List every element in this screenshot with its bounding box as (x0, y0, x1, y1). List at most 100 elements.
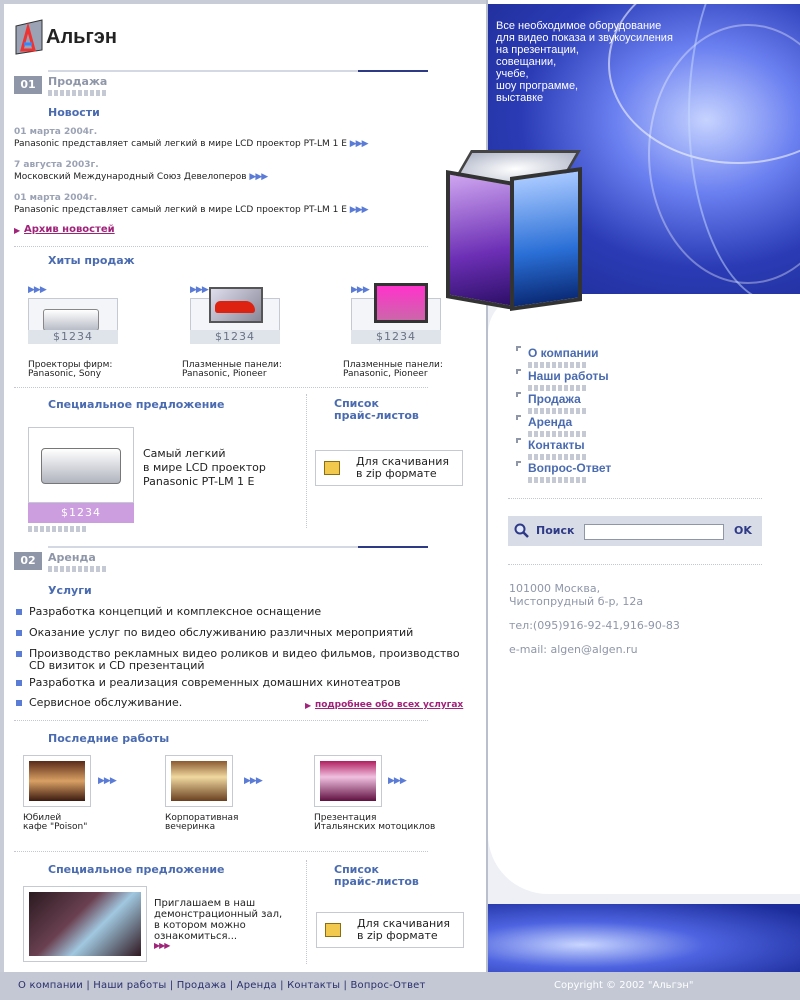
footer: О компании | Наши работы | Продажа | Аре… (0, 972, 800, 1000)
product-price: $1234 (28, 330, 118, 344)
decor-dots (528, 408, 588, 414)
section-number: 01 (14, 76, 42, 94)
decor-art (488, 904, 800, 972)
footer-nav[interactable]: О компании | Наши работы | Продажа | Аре… (18, 980, 426, 991)
all-services-link[interactable]: подробнее обо всех услугах (315, 700, 463, 710)
special-offer-text[interactable]: Самый легкий в мире LCD проектор Panasonic… (143, 447, 266, 489)
hero-text: Все необходимое оборудование для видео п… (496, 20, 716, 104)
product-caption[interactable]: Плазменные панели: Panasonic, Pioneer (182, 361, 282, 379)
divider (306, 394, 307, 528)
hero-line: учебе, (496, 68, 529, 80)
hero-line: совещании, (496, 56, 557, 68)
menu-marker-icon (516, 415, 521, 420)
service-item: Оказание услуг по видео обслуживанию раз… (29, 626, 414, 639)
arrow-icon: ▶▶▶ (351, 285, 370, 295)
pricelist-heading: Список прайс-листов (334, 863, 419, 888)
special-offer-image[interactable] (28, 427, 134, 503)
news-item[interactable]: Московский Международный Союз Девелоперо… (14, 172, 268, 182)
menu-marker-icon (516, 369, 521, 374)
service-item: Производство рекламных видео роликов и в… (29, 647, 460, 672)
menu-item-about[interactable]: О компании (528, 346, 599, 360)
search-bar: Поиск OK (508, 516, 762, 546)
decor-dots (528, 454, 588, 460)
work-thumbnail[interactable] (314, 755, 382, 807)
product-caption[interactable]: Плазменные панели: Panasonic, Pioneer (343, 361, 443, 379)
divider (306, 860, 307, 964)
product-price: $1234 (351, 330, 441, 344)
works-heading: Последние работы (48, 732, 170, 745)
decor-dots (48, 566, 108, 572)
service-item: Разработка и реализация современных дома… (29, 676, 401, 689)
archive-icon (325, 923, 341, 937)
logo-icon[interactable] (14, 18, 44, 56)
product-price: $1234 (190, 330, 280, 344)
news-heading: Новости (48, 106, 100, 119)
divider (14, 387, 428, 388)
decor-dots (528, 431, 588, 437)
arrow-icon: ▶▶▶ (98, 776, 117, 786)
search-input[interactable] (584, 524, 724, 540)
menu-marker-icon (516, 346, 521, 351)
product-caption[interactable]: Проекторы фирм: Panasonic, Sony (28, 361, 112, 379)
menu-item-rent[interactable]: Аренда (528, 415, 572, 429)
arrow-icon: ▶▶▶ (28, 285, 47, 295)
hits-heading: Хиты продаж (48, 254, 135, 267)
logo-text[interactable]: Альгэн (46, 26, 117, 49)
arrow-icon: ▶▶▶ (249, 172, 268, 182)
menu-item-contacts[interactable]: Контакты (528, 438, 585, 452)
bullet-icon (16, 609, 22, 615)
menu-item-faq[interactable]: Вопрос-Ответ (528, 461, 611, 475)
news-date: 01 марта 2004г. (14, 127, 98, 137)
service-item: Сервисное обслуживание. (29, 696, 183, 709)
hero-line: шоу программе, (496, 80, 579, 92)
special-offer-heading: Специальное предложение (48, 863, 225, 876)
bullet-icon (16, 680, 22, 686)
menu-item-sales[interactable]: Продажа (528, 392, 581, 406)
cube-image (446, 150, 586, 312)
work-thumbnail[interactable] (165, 755, 233, 807)
news-date: 01 марта 2004г. (14, 193, 98, 203)
special-offer-price: $1234 (28, 503, 134, 523)
divider (14, 246, 428, 247)
bullet-icon (16, 651, 22, 657)
divider (508, 564, 762, 565)
archive-icon (324, 461, 340, 475)
menu-item-works[interactable]: Наши работы (528, 369, 609, 383)
decor-dots (528, 362, 588, 368)
search-submit-button[interactable]: OK (734, 524, 752, 537)
news-date: 7 августа 2003г. (14, 160, 99, 170)
hero-line: выставке (496, 92, 544, 104)
news-item[interactable]: Panasonic представляет самый легкий в ми… (14, 205, 369, 215)
special-offer-text[interactable]: Приглашаем в наш демонстрационный зал, в к… (154, 898, 282, 942)
arrow-icon[interactable]: ▶▶▶ (154, 941, 171, 950)
work-thumbnail[interactable] (23, 755, 91, 807)
download-zip-button[interactable]: Для скачивания в zip формате (315, 450, 463, 486)
services-heading: Услуги (48, 584, 92, 597)
divider (508, 498, 762, 499)
section-title: Аренда (48, 551, 96, 564)
arrow-icon: ▶▶▶ (388, 776, 407, 786)
special-offer-image[interactable] (23, 886, 147, 962)
search-icon (514, 523, 529, 538)
hero-line: для видео показа и звукоусиления (496, 32, 673, 44)
divider (14, 851, 428, 852)
section-title: Продажа (48, 75, 108, 88)
work-caption[interactable]: Презентация Итальянских мотоциклов (314, 814, 435, 832)
hero-line: Все необходимое оборудование (496, 20, 662, 32)
menu-marker-icon (516, 392, 521, 397)
news-item[interactable]: Panasonic представляет самый легкий в ми… (14, 139, 369, 149)
email-link[interactable]: e-mail: algen@algen.ru (509, 643, 638, 656)
news-archive-link[interactable]: Архив новостей (24, 224, 115, 235)
section-number: 02 (14, 552, 42, 570)
special-offer-heading: Специальное предложение (48, 398, 225, 411)
bullet-icon (16, 630, 22, 636)
decor-dots (48, 90, 108, 96)
divider (14, 720, 428, 721)
arrow-right-icon: ▶ (305, 701, 312, 710)
download-zip-button[interactable]: Для скачивания в zip формате (316, 912, 464, 948)
pricelist-heading: Список прайс-листов (334, 397, 419, 422)
arrow-icon: ▶▶▶ (349, 205, 369, 215)
search-label: Поиск (536, 524, 575, 537)
work-caption[interactable]: Корпоративная вечеринка (165, 814, 238, 832)
work-caption[interactable]: Юбилей кафе "Poison" (23, 814, 87, 832)
